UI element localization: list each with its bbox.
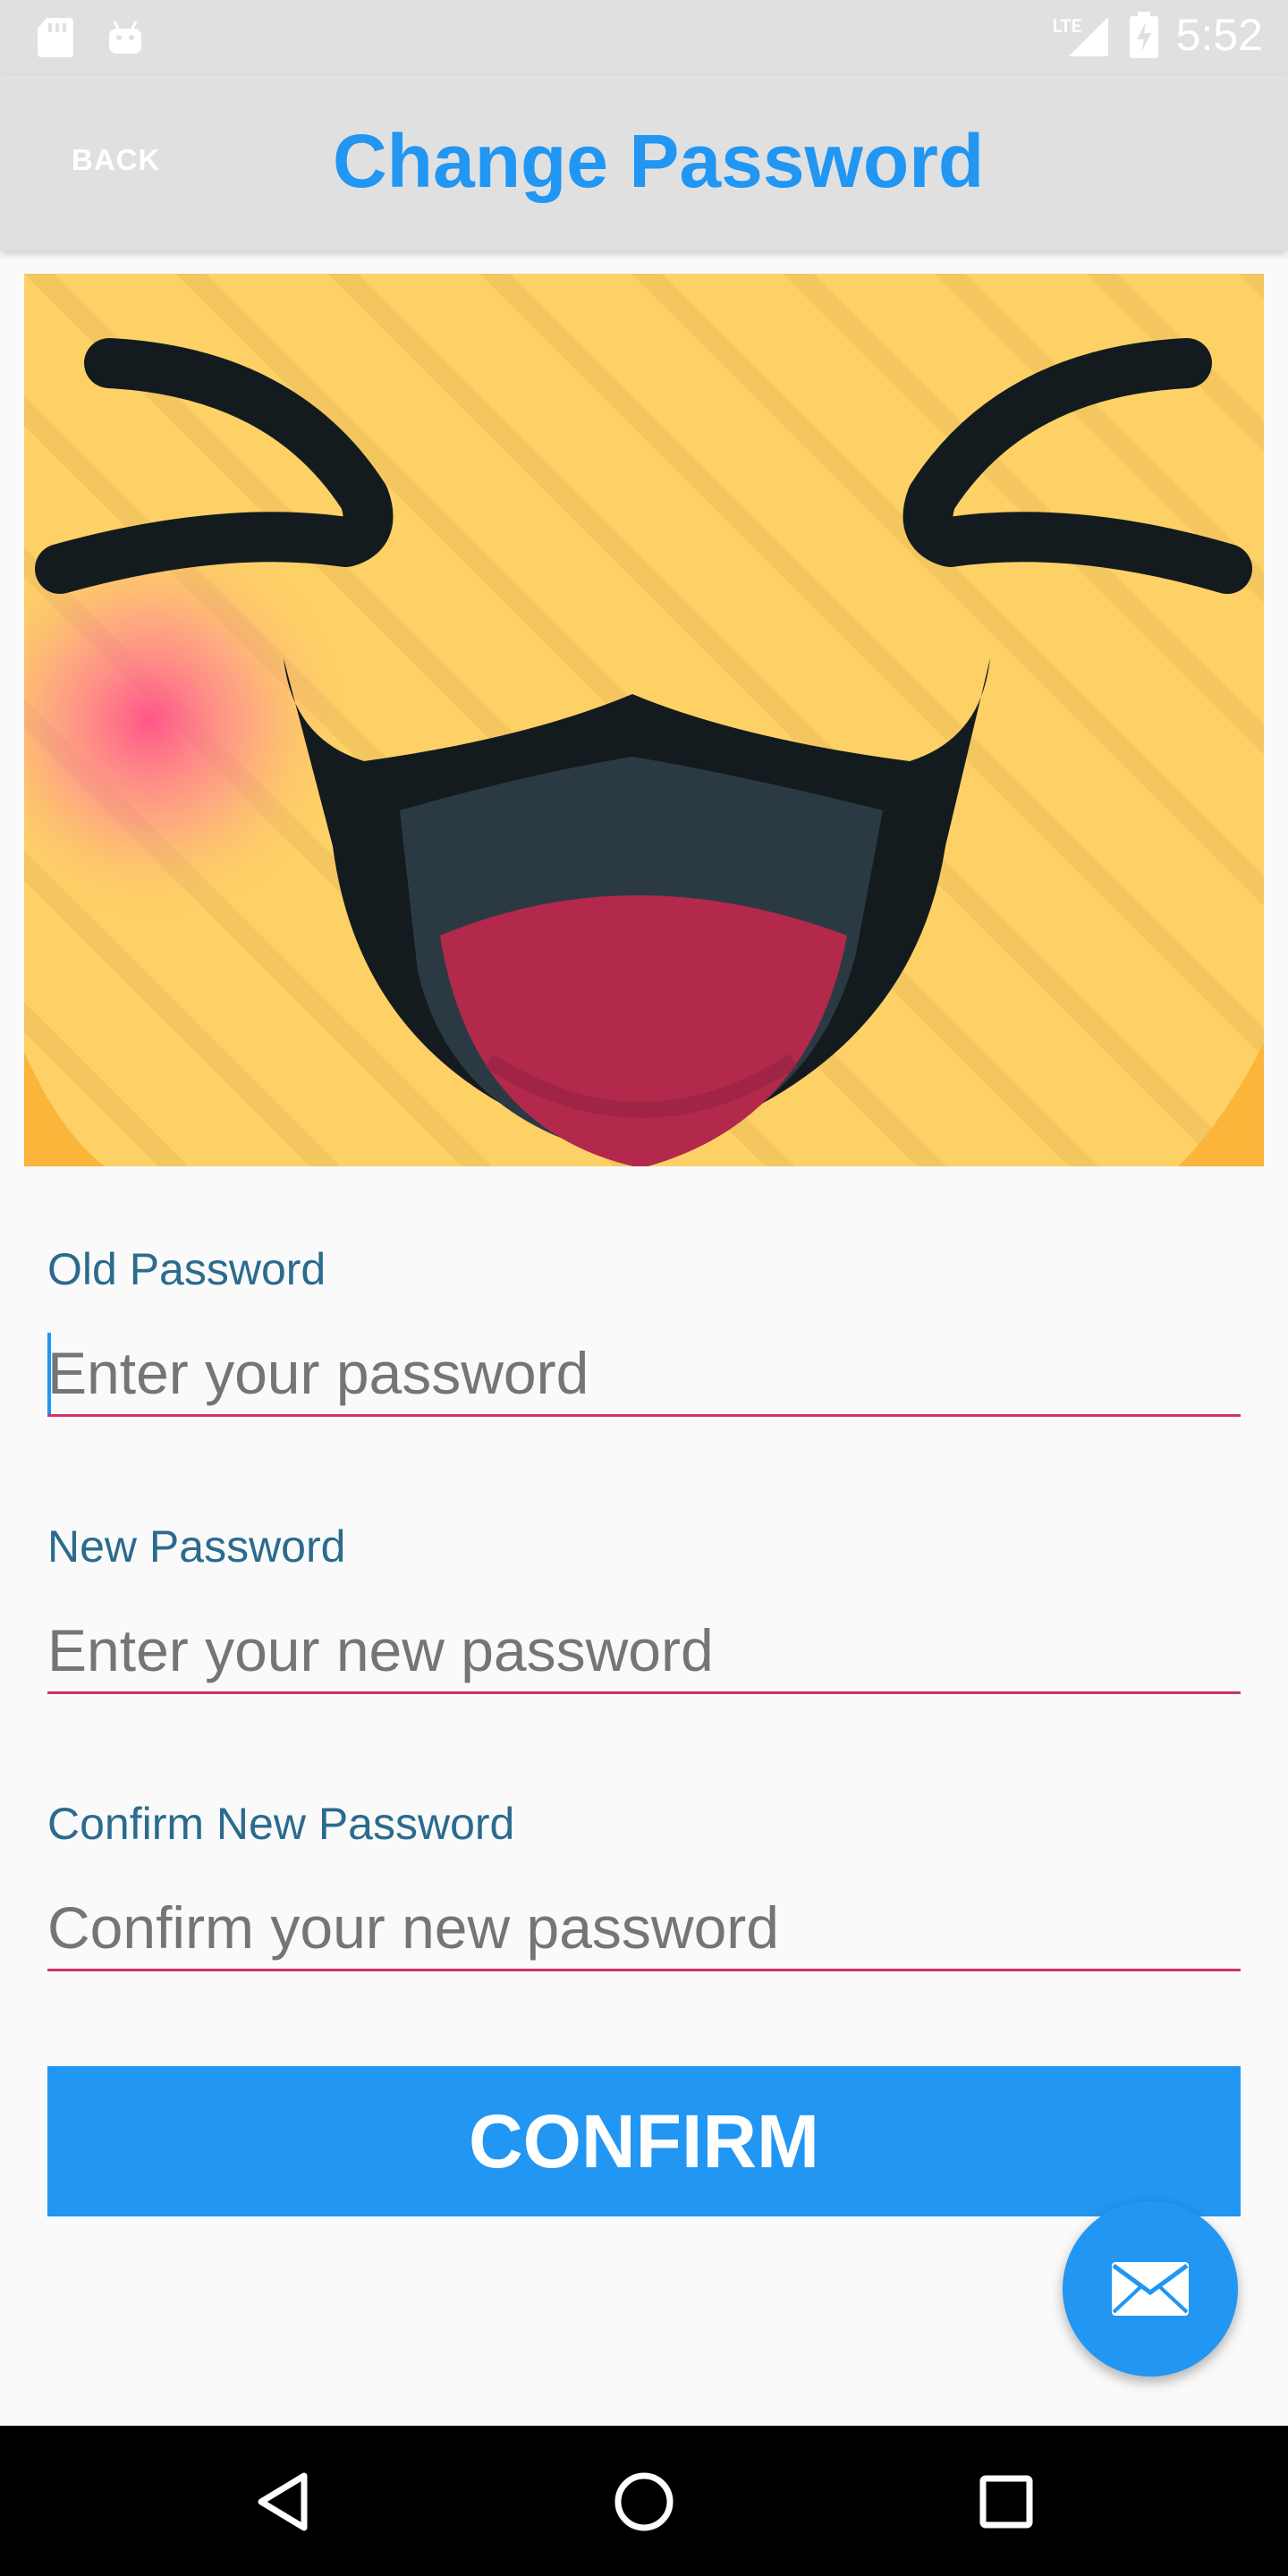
new-password-field: New Password <box>47 1521 1241 1694</box>
old-password-label: Old Password <box>47 1244 326 1294</box>
mail-fab-button[interactable] <box>1063 2201 1238 2377</box>
home-circle-icon <box>614 2472 674 2531</box>
android-icon <box>109 21 141 54</box>
confirm-password-label: Confirm New Password <box>47 1799 515 1849</box>
nav-back-button[interactable] <box>243 2462 324 2542</box>
back-triangle-icon <box>258 2472 308 2531</box>
page-title: Change Password <box>333 119 985 203</box>
sd-card-icon <box>38 18 73 57</box>
battery-charging-icon <box>1129 12 1158 58</box>
status-system: LTE 5:52 <box>1053 9 1263 61</box>
signal-icon: LTE <box>1053 10 1112 60</box>
old-password-input[interactable] <box>47 1331 1241 1417</box>
nav-recents-button[interactable] <box>966 2462 1046 2542</box>
new-password-input[interactable] <box>47 1608 1241 1694</box>
confirm-button[interactable]: CONFIRM <box>47 2066 1241 2216</box>
laughing-emoji-image <box>24 274 1264 1166</box>
nav-home-button[interactable] <box>604 2462 684 2542</box>
old-password-field: Old Password <box>47 1243 1241 1417</box>
back-button[interactable]: BACK <box>72 143 160 177</box>
status-bar: LTE 5:52 <box>0 0 1288 75</box>
mail-icon <box>1112 2262 1189 2316</box>
status-time: 5:52 <box>1175 10 1263 60</box>
status-notifications <box>36 16 145 59</box>
new-password-label: New Password <box>47 1521 346 1572</box>
navigation-bar <box>0 2426 1288 2576</box>
confirm-password-input[interactable] <box>47 1885 1241 1971</box>
app-toolbar: BACK Change Password <box>0 75 1288 250</box>
confirm-password-field: Confirm New Password <box>47 1798 1241 1971</box>
recents-square-icon <box>979 2475 1033 2529</box>
